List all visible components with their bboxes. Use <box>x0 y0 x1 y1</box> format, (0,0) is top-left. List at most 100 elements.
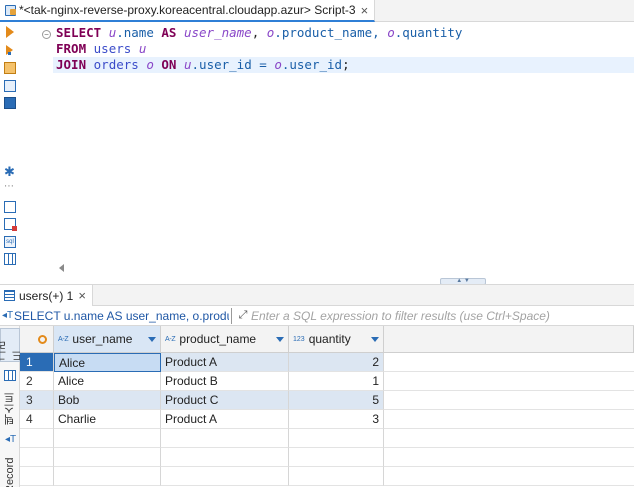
sql-column: .product_name, <box>274 25 388 40</box>
tab-text-view[interactable]: 텍스트 <box>0 386 20 432</box>
filter-separator <box>231 307 232 324</box>
sql-keyword: AS <box>161 25 177 40</box>
row-number[interactable]: 2 <box>20 372 54 391</box>
row-number[interactable]: 1 <box>20 353 54 372</box>
column-header-user-name[interactable]: A-Z user_name <box>54 326 161 352</box>
run-statement-icon[interactable] <box>6 26 14 38</box>
sort-icon[interactable] <box>148 336 156 342</box>
sql-keyword: JOIN <box>56 57 87 72</box>
cell-user-name[interactable]: Alice <box>54 353 161 372</box>
cell-quantity[interactable]: 5 <box>289 391 384 410</box>
row-filler <box>384 391 634 410</box>
scroll-left-icon[interactable] <box>59 264 64 272</box>
column-label: user_name <box>72 332 133 346</box>
empty-cell <box>54 467 161 486</box>
cell-user-name[interactable]: Alice <box>54 372 161 391</box>
row-filler <box>384 353 634 372</box>
close-icon[interactable]: × <box>361 3 369 18</box>
export-error-icon[interactable] <box>4 218 17 231</box>
empty-row <box>20 429 634 448</box>
sql-alias: o <box>146 57 154 72</box>
terminal-icon[interactable] <box>4 97 16 109</box>
sql-table: orders <box>93 57 139 72</box>
cell-user-name[interactable]: Charlie <box>54 410 161 429</box>
cell-quantity[interactable]: 2 <box>289 353 384 372</box>
results-view-tabs: 그리드 텍스트 ◂T Record <box>0 326 24 487</box>
db-script-icon <box>4 4 16 16</box>
empty-cell <box>289 429 384 448</box>
results-tab-label: users(+) 1 <box>19 288 74 303</box>
sql-editor[interactable]: − SELECT u.name AS user_name, o.product_… <box>20 22 634 262</box>
sql-alias: o <box>387 25 395 40</box>
gear-icon[interactable]: ✱ <box>4 165 16 178</box>
empty-cell <box>20 467 54 486</box>
sql-keyword: SELECT <box>56 25 102 40</box>
cell-quantity[interactable]: 1 <box>289 372 384 391</box>
cell-quantity[interactable]: 3 <box>289 410 384 429</box>
row-number[interactable]: 3 <box>20 391 54 410</box>
string-type-icon: A-Z <box>165 335 176 343</box>
cell-product-name[interactable]: Product A <box>161 353 289 372</box>
empty-cell <box>54 448 161 467</box>
fold-collapse-icon[interactable]: − <box>42 30 51 39</box>
open-script-icon[interactable] <box>4 62 16 74</box>
column-header-product-name[interactable]: A-Z product_name <box>161 326 289 352</box>
results-tab-users[interactable]: users(+) 1 × <box>0 285 93 306</box>
doc-icon[interactable] <box>4 80 16 92</box>
editor-side-toolbar: ✱ ⋯ sql <box>0 22 20 284</box>
editor-tab-script-3[interactable]: *<tak-nginx-reverse-proxy.koreacentral.c… <box>0 0 376 22</box>
sql-icon[interactable]: sql <box>4 236 16 248</box>
cell-product-name[interactable]: Product B <box>161 372 289 391</box>
table-row[interactable]: 2 Alice Product B 1 <box>20 372 634 391</box>
cell-product-name[interactable]: Product A <box>161 410 289 429</box>
sort-icon[interactable] <box>276 336 284 342</box>
editor-horizontal-scrollbar[interactable] <box>53 262 634 274</box>
empty-cell <box>20 448 54 467</box>
row-filler <box>384 429 634 448</box>
row-filler <box>384 410 634 429</box>
sql-keyword: ON <box>161 57 177 72</box>
tab-grid-view[interactable]: 그리드 <box>0 328 24 362</box>
close-icon[interactable]: × <box>78 288 86 303</box>
column-header-quantity[interactable]: 123 quantity <box>289 326 384 352</box>
results-tab-bar: users(+) 1 × <box>0 284 634 306</box>
expand-icon[interactable]: ⤢ <box>235 309 251 322</box>
results-grid[interactable]: A-Z user_name A-Z product_name 123 quant… <box>20 326 634 487</box>
tab-record-view[interactable]: Record <box>0 454 20 487</box>
filter-query-text: SELECT u.name AS user_name, o.produ <box>14 308 229 323</box>
sql-column: .user_id = <box>191 57 275 72</box>
sql-punct: ; <box>342 57 350 72</box>
empty-cell <box>289 467 384 486</box>
select-all-icon <box>38 334 47 344</box>
table-icon <box>4 290 15 301</box>
table-row[interactable]: 3 Bob Product C 5 <box>20 391 634 410</box>
sql-alias: user_name <box>183 25 252 40</box>
empty-row <box>20 467 634 486</box>
sort-icon[interactable] <box>371 336 379 342</box>
code-line-current: JOIN orders o ON u.user_id = o.user_id; <box>53 57 634 73</box>
row-number[interactable]: 4 <box>20 410 54 429</box>
run-script-icon[interactable] <box>6 45 13 55</box>
empty-cell <box>161 467 289 486</box>
table-row[interactable]: 1 Alice Product A 2 <box>20 353 634 372</box>
row-filler <box>384 467 634 486</box>
table-row[interactable]: 4 Charlie Product A 3 <box>20 410 634 429</box>
sql-table: users <box>93 41 132 56</box>
grid-icon[interactable] <box>4 253 16 265</box>
more-dots-icon: ⋯ <box>4 181 14 192</box>
cell-product-name[interactable]: Product C <box>161 391 289 410</box>
sql-punct: , <box>251 25 267 40</box>
empty-row <box>20 448 634 467</box>
column-label: product_name <box>179 332 257 346</box>
filter-query-icon: ◂T <box>2 310 14 321</box>
sql-code[interactable]: SELECT u.name AS user_name, o.product_na… <box>53 25 634 73</box>
grid-header-row: A-Z user_name A-Z product_name 123 quant… <box>20 326 634 353</box>
export-icon[interactable] <box>4 201 16 213</box>
sql-alias: u <box>183 57 192 72</box>
filter-input[interactable] <box>251 306 634 325</box>
select-all-cell[interactable] <box>20 326 54 352</box>
cell-user-name[interactable]: Bob <box>54 391 161 410</box>
grid-icon[interactable] <box>4 370 16 381</box>
text-view-icon[interactable]: ◂T <box>5 434 16 445</box>
empty-cell <box>54 429 161 448</box>
